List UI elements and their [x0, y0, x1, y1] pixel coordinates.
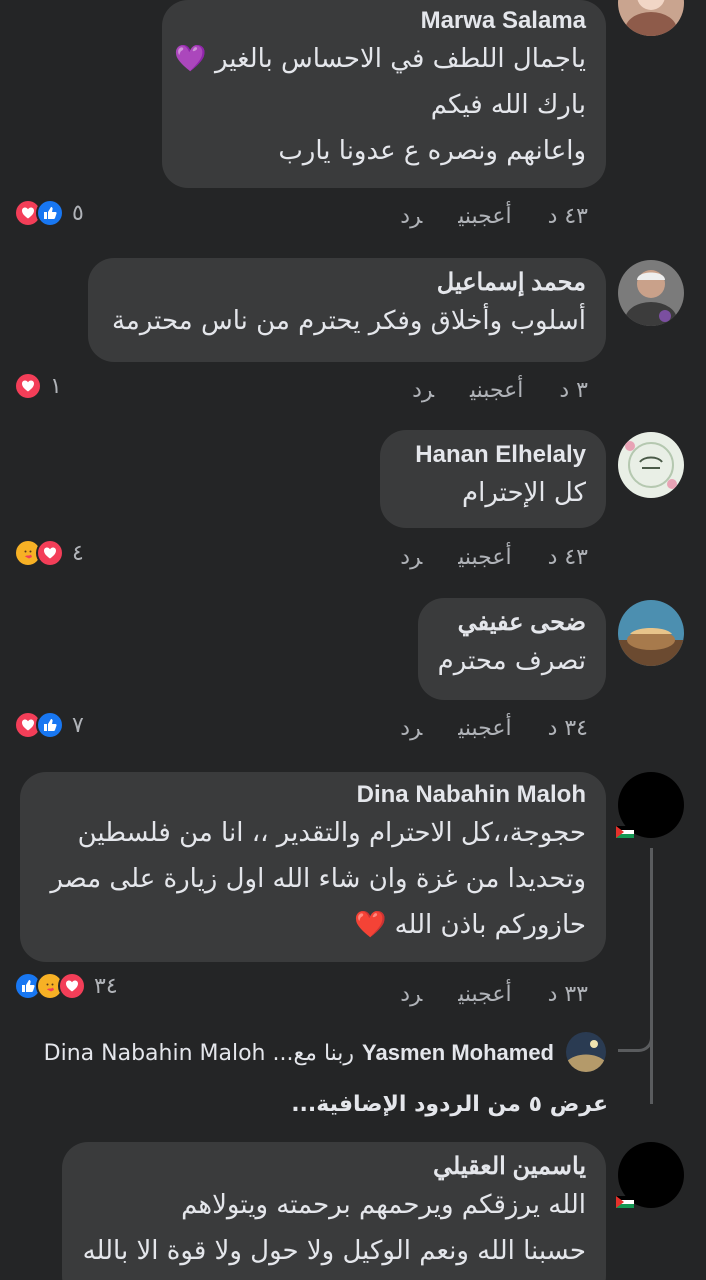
- comment-text: حسبنا الله ونعم الوكيل ولا حول ولا قوة ا…: [82, 1236, 586, 1266]
- avatar[interactable]: [618, 432, 684, 498]
- thread-line: [650, 848, 653, 1104]
- comment-bubble: ضحى عفيفي تصرف محترم: [418, 598, 606, 700]
- reply-button[interactable]: رد: [400, 716, 422, 741]
- comments-feed: Marwa Salama ياجمال اللطف في الاحساس بال…: [0, 0, 706, 1280]
- avatar[interactable]: [618, 0, 684, 36]
- like-button[interactable]: أعجبني: [458, 545, 511, 570]
- reply-preview[interactable]: Yasmen Mohamed ربنا مع... Dina Nabahin Ma…: [44, 1040, 554, 1066]
- comment-time[interactable]: ٣٣ د: [548, 982, 588, 1007]
- comment-time[interactable]: ٤٣ د: [548, 545, 588, 570]
- reaction-summary[interactable]: ٣٤: [14, 972, 118, 1000]
- comment-bubble: Marwa Salama ياجمال اللطف في الاحساس بال…: [162, 0, 606, 188]
- comment-bubble: Dina Nabahin Maloh حجوجة،،كل الاحترام وا…: [20, 772, 606, 962]
- comment-text: وتحديدا من غزة وان شاء الله اول زيارة عل…: [50, 864, 586, 894]
- comment-author[interactable]: Hanan Elhelaly: [400, 440, 586, 470]
- comment-author[interactable]: محمد إسماعيل: [108, 268, 586, 298]
- avatar[interactable]: [566, 1032, 606, 1072]
- comment-actions: ٤٣ د أعجبني رد: [364, 204, 588, 229]
- like-button[interactable]: أعجبني: [458, 982, 511, 1007]
- comment-text: تصرف محترم: [437, 646, 586, 676]
- reaction-count: ٤: [72, 540, 84, 566]
- like-button[interactable]: أعجبني: [470, 378, 523, 403]
- reaction-summary[interactable]: ١: [14, 372, 62, 400]
- love-reaction-icon: [36, 539, 64, 567]
- reaction-count: ٥: [72, 200, 84, 226]
- comment-text: بارك الله فيكم: [430, 90, 586, 120]
- reply-button[interactable]: رد: [412, 378, 434, 403]
- view-more-replies-link[interactable]: عرض ٥ من الردود الإضافية...: [291, 1092, 608, 1117]
- avatar[interactable]: [618, 600, 684, 666]
- comment-actions: ٣ د أعجبني رد: [376, 378, 588, 403]
- like-button[interactable]: أعجبني: [458, 716, 511, 741]
- reply-author[interactable]: Yasmen Mohamed: [362, 1040, 554, 1065]
- comment-bubble: Hanan Elhelaly كل الإحترام: [380, 430, 606, 528]
- like-reaction-icon: [36, 199, 64, 227]
- comment-text: حجوجة،،كل الاحترام والتقدير ،، انا من فل…: [77, 818, 586, 848]
- avatar[interactable]: [618, 260, 684, 326]
- comment-actions: ٣٣ د أعجبني رد: [364, 982, 588, 1007]
- like-button[interactable]: أعجبني: [458, 204, 511, 229]
- comment-time[interactable]: ٣٤ د: [548, 716, 588, 741]
- comment-bubble: محمد إسماعيل أسلوب وأخلاق وفكر يحترم من …: [88, 258, 606, 362]
- comment-text: ياجمال اللطف في الاحساس بالغير 💜: [174, 44, 586, 74]
- comment-author[interactable]: Marwa Salama: [182, 6, 586, 36]
- comment-text: الله يرزقكم ويرحمهم برحمته ويتولاهم: [181, 1190, 586, 1220]
- reaction-count: ٣٤: [94, 973, 118, 999]
- palestine-flag-icon: [616, 1196, 634, 1208]
- reply-button[interactable]: رد: [400, 545, 422, 570]
- comment-bubble: ياسمين العقيلي الله يرزقكم ويرحمهم برحمت…: [62, 1142, 606, 1280]
- comment-author[interactable]: Dina Nabahin Maloh: [40, 780, 586, 810]
- thread-branch: [618, 1000, 653, 1052]
- palestine-flag-icon: [616, 826, 634, 838]
- comment-text: أسلوب وأخلاق وفكر يحترم من ناس محترمة: [111, 306, 586, 336]
- comment-author[interactable]: ياسمين العقيلي: [82, 1152, 586, 1182]
- reply-button[interactable]: رد: [400, 982, 422, 1007]
- comment-actions: ٣٤ د أعجبني رد: [364, 716, 588, 741]
- reaction-summary[interactable]: ٧: [14, 711, 84, 739]
- reaction-summary[interactable]: ٥: [14, 199, 84, 227]
- reaction-summary[interactable]: ٤: [14, 539, 84, 567]
- reply-button[interactable]: رد: [400, 204, 422, 229]
- comment-actions: ٤٣ د أعجبني رد: [364, 545, 588, 570]
- comment-time[interactable]: ٤٣ د: [548, 204, 588, 229]
- reply-snippet: ربنا مع... Dina Nabahin Maloh: [43, 1041, 355, 1066]
- comment-time[interactable]: ٣ د: [559, 378, 588, 403]
- love-reaction-icon: [14, 372, 42, 400]
- like-reaction-icon: [36, 711, 64, 739]
- comment-text: حازوركم باذن الله ❤️: [353, 910, 586, 940]
- comment-text: كل الإحترام: [462, 478, 586, 508]
- love-reaction-icon: [58, 972, 86, 1000]
- comment-text: واعانهم ونصره ع عدونا يارب: [278, 136, 586, 166]
- reaction-count: ١: [50, 373, 62, 399]
- reaction-count: ٧: [72, 712, 84, 738]
- comment-author[interactable]: ضحى عفيفي: [438, 608, 586, 638]
